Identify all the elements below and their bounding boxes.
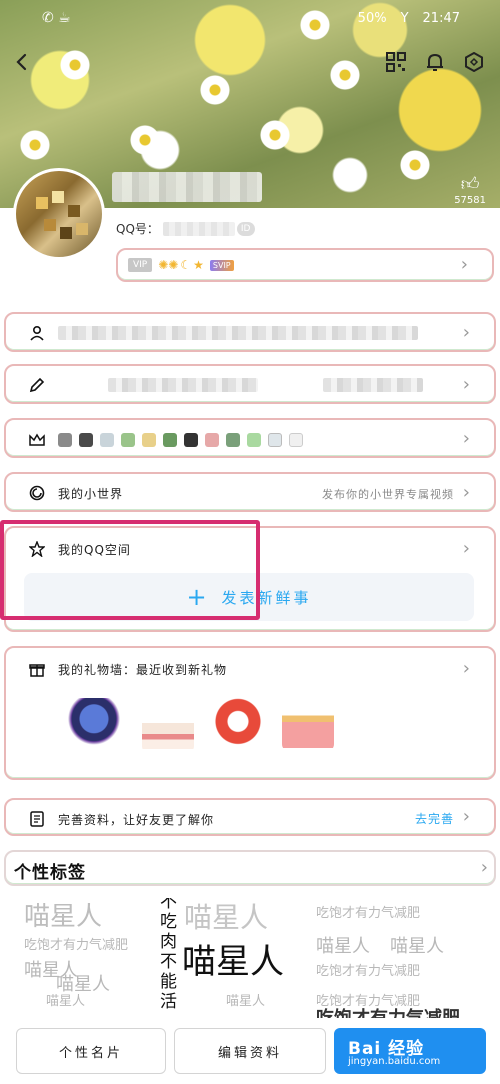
post-new-button[interactable]: + 发表新鲜事 bbox=[24, 573, 474, 621]
vertical-tag: 不吃肉不能活 bbox=[160, 898, 177, 1012]
badge-icon bbox=[121, 433, 135, 447]
small-world-row[interactable]: 我的小世界 发布你的小世界专属视频 › bbox=[4, 472, 496, 512]
complete-profile-row[interactable]: 完善资料，让好友更了解你 去完善 › bbox=[4, 798, 496, 836]
status-icons-right: 50% Y 21:47 bbox=[358, 11, 460, 26]
badge-icon bbox=[58, 433, 72, 447]
personal-tags-row[interactable]: 个性标签 › bbox=[4, 850, 496, 886]
small-world-hint: 发布你的小世界专属视频 bbox=[322, 488, 454, 501]
plus-icon: + bbox=[186, 583, 210, 611]
pencil-icon bbox=[28, 376, 46, 394]
chevron-right-icon: › bbox=[462, 428, 470, 449]
chevron-right-icon: › bbox=[462, 658, 470, 679]
nickname-blurred bbox=[112, 172, 262, 202]
qq-label: QQ号： bbox=[116, 222, 159, 236]
like-count: 57581 bbox=[454, 195, 486, 206]
info-blurred bbox=[58, 326, 418, 340]
chevron-right-icon: › bbox=[462, 538, 470, 559]
sun-icon: ✺✺ bbox=[158, 258, 179, 272]
tag-word: 吃饱才有力气减肥 bbox=[24, 938, 129, 953]
vip-badge: VIP bbox=[128, 258, 153, 272]
complete-action-link[interactable]: 去完善 bbox=[415, 810, 454, 827]
gift-icon bbox=[28, 660, 46, 678]
star-outline-icon bbox=[28, 540, 46, 558]
bell-icon[interactable] bbox=[421, 48, 449, 76]
badge-icon bbox=[226, 433, 240, 447]
signature-row[interactable]: › bbox=[4, 364, 496, 404]
small-world-label: 我的小世界 bbox=[58, 486, 124, 501]
qq-id-tag: ID bbox=[236, 221, 255, 236]
badge-icon bbox=[247, 433, 261, 447]
tag-word: 喵星人 bbox=[184, 901, 269, 934]
gift-penguin[interactable] bbox=[212, 698, 264, 750]
gift-star-figure[interactable] bbox=[68, 698, 120, 750]
badge-icon bbox=[289, 433, 303, 447]
tag-word: 吃饱才有力气减肥 bbox=[316, 906, 421, 921]
time-text: 21:47 bbox=[422, 11, 460, 26]
moon-icon: ☾ bbox=[180, 258, 192, 272]
badge-icon bbox=[79, 433, 93, 447]
qq-number-row[interactable]: QQ号： ID bbox=[116, 220, 255, 237]
profile-page: ✆ ☕ 50% Y 21:47 👍︎ 57581 QQ号： ID VIP ✺✺ … bbox=[0, 0, 500, 1084]
chevron-right-icon: › bbox=[462, 482, 470, 503]
chevron-right-icon: › bbox=[462, 374, 470, 395]
world-icon bbox=[28, 484, 46, 502]
chevron-right-icon: › bbox=[462, 806, 470, 827]
qq-number-blurred bbox=[162, 221, 235, 236]
personal-tags-label: 个性标签 bbox=[14, 863, 86, 883]
complete-profile-label: 完善资料，让好友更了解你 bbox=[58, 812, 215, 827]
tag-word: 喵星人 bbox=[226, 994, 266, 1009]
signature-blurred bbox=[108, 378, 258, 392]
status-icons-left: ✆ ☕ bbox=[42, 10, 71, 26]
badge-icon bbox=[205, 433, 219, 447]
tag-word: 喵星人 bbox=[390, 936, 444, 957]
info-row[interactable]: › bbox=[4, 312, 496, 352]
battery-text: 50% bbox=[357, 11, 387, 26]
baidu-url: jingyan.baidu.com bbox=[348, 1056, 441, 1067]
post-new-label: 发表新鲜事 bbox=[221, 588, 312, 607]
badge-icon bbox=[268, 433, 282, 447]
chevron-right-icon: › bbox=[460, 254, 468, 275]
crown-icon bbox=[28, 431, 46, 449]
tag-word: 喵星人 bbox=[316, 936, 370, 957]
baidu-watermark: Bai 经验 jingyan.baidu.com bbox=[334, 1028, 486, 1074]
star-icon: ★ bbox=[193, 258, 204, 272]
chevron-right-icon: › bbox=[480, 857, 488, 878]
signature-blurred-2 bbox=[323, 378, 423, 392]
tag-word: 喵星人 bbox=[46, 994, 86, 1009]
tag-word: 喵星人 bbox=[24, 902, 103, 932]
avatar[interactable] bbox=[13, 168, 105, 260]
person-icon bbox=[28, 324, 46, 342]
tags-word-cloud[interactable]: 喵星人 喵星人 吃饱才有力气减肥 吃饱才有力气减肥 喵星人 喵星人 吃饱才有力气… bbox=[16, 898, 484, 1018]
badge-icon bbox=[100, 433, 114, 447]
like-button[interactable]: 👍︎ 57581 bbox=[454, 175, 486, 207]
gift-cake[interactable] bbox=[282, 700, 334, 752]
chevron-right-icon: › bbox=[462, 322, 470, 343]
vip-card[interactable]: VIP ✺✺ ☾ ★ SVIP › bbox=[116, 248, 494, 282]
signal-icon: Y bbox=[400, 11, 409, 26]
gift-wall-label: 我的礼物墙：最近收到新礼物 bbox=[58, 662, 228, 677]
main-tag: 喵星人 bbox=[182, 942, 284, 982]
settings-hex-icon[interactable] bbox=[460, 48, 488, 76]
qzone-label: 我的QQ空间 bbox=[58, 542, 131, 557]
badges-row[interactable]: › bbox=[4, 418, 496, 458]
tag-word: 吃饱才有力气减肥 bbox=[316, 964, 421, 979]
status-bar: ✆ ☕ 50% Y 21:47 bbox=[0, 8, 500, 32]
badge-icon bbox=[142, 433, 156, 447]
svip-icon: SVIP bbox=[209, 259, 234, 271]
gift-birthday-cake[interactable] bbox=[142, 702, 194, 754]
profile-card-button[interactable]: 个性名片 bbox=[16, 1028, 166, 1074]
edit-profile-button[interactable]: 编辑资料 bbox=[174, 1028, 326, 1074]
qr-code-icon[interactable] bbox=[382, 48, 410, 76]
thumbs-up-icon: 👍︎ bbox=[460, 174, 480, 195]
bottom-action-bar: 个性名片 编辑资料 Bai 经验 jingyan.baidu.com bbox=[0, 1018, 500, 1084]
badge-icon bbox=[163, 433, 177, 447]
badge-icon bbox=[184, 433, 198, 447]
tag-word: 吃饱才有力气减肥 bbox=[316, 1004, 460, 1018]
document-icon bbox=[28, 810, 46, 828]
back-icon[interactable] bbox=[8, 48, 36, 76]
